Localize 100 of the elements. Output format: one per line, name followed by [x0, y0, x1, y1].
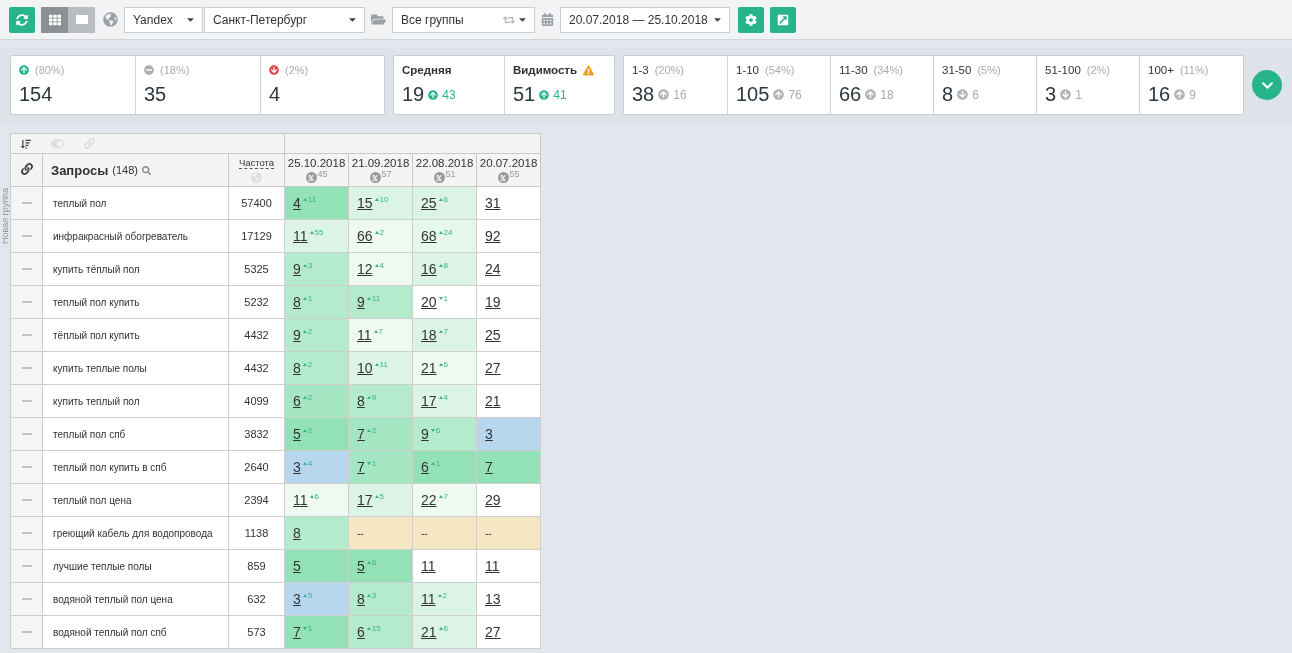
frequency-value: 5232 — [244, 296, 269, 308]
dash-icon[interactable] — [21, 235, 32, 237]
dash-icon[interactable] — [21, 268, 32, 270]
position-change: 2 — [374, 228, 385, 237]
position-link[interactable]: 7 — [357, 426, 365, 442]
position-link[interactable]: 8 — [293, 294, 301, 310]
dash-icon[interactable] — [21, 334, 32, 336]
position-change: 6 — [430, 426, 441, 435]
position-link[interactable]: 3 — [293, 591, 301, 607]
position-link[interactable]: 21 — [421, 624, 437, 640]
position-link[interactable]: 3 — [485, 426, 493, 442]
no-data-text: -- — [357, 527, 364, 539]
dash-icon[interactable] — [21, 598, 32, 600]
position-link[interactable]: 9 — [293, 327, 301, 343]
position-link[interactable]: 6 — [293, 393, 301, 409]
position-link[interactable]: 7 — [485, 459, 493, 475]
position-link[interactable]: 29 — [485, 492, 501, 508]
frequency-value: 2640 — [244, 461, 269, 473]
group-select[interactable]: Все группы — [392, 6, 535, 33]
dash-icon[interactable] — [21, 400, 32, 402]
position-change: 1 — [302, 294, 313, 303]
region-select[interactable]: Санкт-Петербург — [204, 6, 365, 33]
dash-icon[interactable] — [21, 499, 32, 501]
position-link[interactable]: 27 — [485, 624, 501, 640]
position-link[interactable]: 5 — [293, 558, 301, 574]
position-link[interactable]: 6 — [357, 624, 365, 640]
percent-label: (2%) — [285, 64, 309, 76]
position-link[interactable]: 16 — [421, 261, 437, 277]
position-link[interactable]: 25 — [485, 327, 501, 343]
position-link[interactable]: 11 — [485, 558, 500, 574]
position-link[interactable]: 27 — [485, 360, 501, 376]
position-link[interactable]: 11 — [421, 558, 436, 574]
refresh-icon — [16, 13, 28, 26]
position-link[interactable]: 4 — [293, 195, 301, 211]
position-link[interactable]: 92 — [485, 228, 501, 244]
position-link[interactable]: 17 — [357, 492, 373, 508]
dash-icon[interactable] — [21, 466, 32, 468]
position-link[interactable]: 5 — [357, 558, 365, 574]
dash-icon[interactable] — [21, 202, 32, 204]
dash-icon[interactable] — [21, 532, 32, 534]
position-link[interactable]: 7 — [293, 624, 301, 640]
dash-icon[interactable] — [21, 367, 32, 369]
position-change: 6 — [438, 195, 449, 204]
position-link[interactable]: 15 — [357, 195, 373, 211]
dash-icon[interactable] — [21, 301, 32, 303]
position-link[interactable]: 9 — [421, 426, 429, 442]
position-link[interactable]: 5 — [293, 426, 301, 442]
position-link[interactable]: 11 — [293, 228, 308, 244]
position-change: 55 — [309, 228, 324, 237]
dash-icon[interactable] — [21, 565, 32, 567]
position-link[interactable]: 8 — [293, 360, 301, 376]
list-view-button[interactable] — [68, 6, 95, 33]
delta-value: 6 — [972, 87, 979, 102]
position-link[interactable]: 22 — [421, 492, 437, 508]
search-icon[interactable] — [141, 165, 151, 175]
link-icon[interactable] — [20, 163, 33, 175]
position-link[interactable]: 18 — [421, 327, 437, 343]
position-link[interactable]: 11 — [293, 492, 308, 508]
position-link[interactable]: 6 — [421, 459, 429, 475]
date-range-select[interactable]: 20.07.2018 — 25.10.2018 — [560, 6, 730, 33]
position-link[interactable]: 66 — [357, 228, 373, 244]
rectangle-icon — [75, 15, 88, 24]
position-link[interactable]: 3 — [293, 459, 301, 475]
percent-label: (5%) — [977, 64, 1001, 76]
position-link[interactable]: 68 — [421, 228, 437, 244]
settings-button[interactable] — [738, 6, 764, 33]
search-engine-select[interactable]: Yandex — [124, 6, 203, 33]
position-link[interactable]: 7 — [357, 459, 365, 475]
position-link[interactable]: 20 — [421, 294, 437, 310]
position-change: 2 — [437, 591, 447, 600]
grid-view-button[interactable] — [41, 6, 68, 33]
position-link[interactable]: 25 — [421, 195, 437, 211]
position-link[interactable]: 12 — [357, 261, 373, 277]
position-link[interactable]: 13 — [485, 591, 501, 607]
sort-icon[interactable] — [21, 138, 31, 149]
dash-icon[interactable] — [21, 433, 32, 435]
position-link[interactable]: 24 — [485, 261, 501, 277]
position-link[interactable]: 10 — [357, 360, 373, 376]
position-link[interactable]: 21 — [485, 393, 501, 409]
expand-button[interactable] — [1252, 70, 1282, 100]
position-link[interactable]: 8 — [293, 525, 301, 541]
refresh-button[interactable] — [9, 6, 35, 33]
position-change: 7 — [373, 327, 383, 336]
position-link[interactable]: 31 — [485, 195, 501, 211]
position-link[interactable]: 11 — [357, 327, 372, 343]
position-link[interactable]: 9 — [357, 294, 365, 310]
position-link[interactable]: 17 — [421, 393, 437, 409]
dash-icon[interactable] — [21, 631, 32, 633]
position-link[interactable]: 8 — [357, 393, 365, 409]
position-link[interactable]: 21 — [421, 360, 437, 376]
position-link[interactable]: 8 — [357, 591, 365, 607]
export-button[interactable] — [770, 6, 796, 33]
count-value: 3 — [1045, 83, 1057, 106]
position-link[interactable]: 11 — [421, 591, 436, 607]
frequency-value: 4432 — [244, 329, 269, 341]
position-link[interactable]: 9 — [293, 261, 301, 277]
count-value: 105 — [736, 83, 770, 106]
position-link[interactable]: 19 — [485, 294, 501, 310]
position-change: 2 — [366, 426, 377, 435]
range-label: 100+ — [1148, 64, 1174, 76]
